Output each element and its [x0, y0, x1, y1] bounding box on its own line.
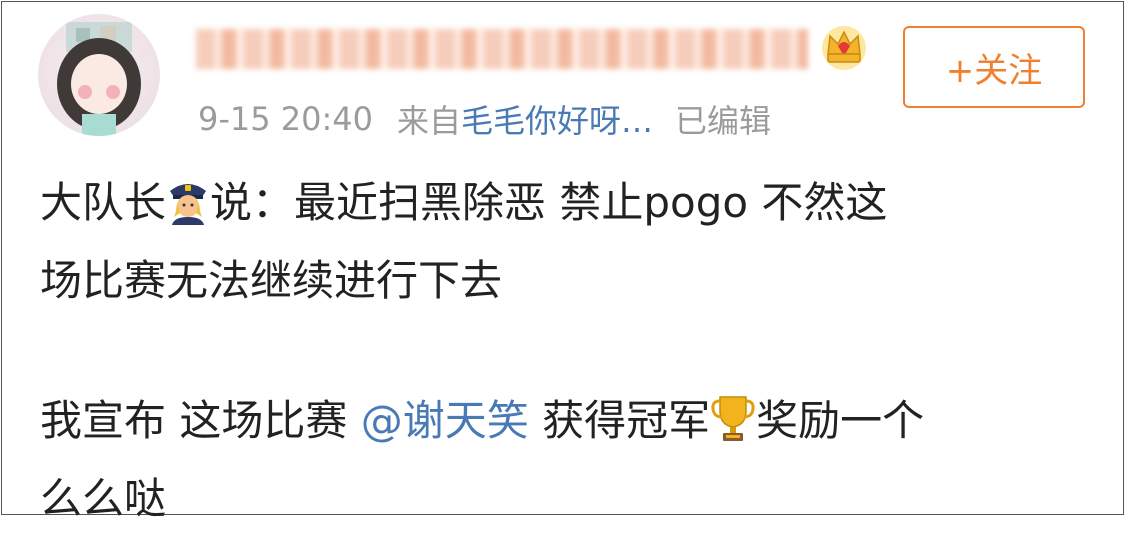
- mention-link[interactable]: @谢天笑: [361, 396, 529, 445]
- trophy-emoji: [710, 393, 756, 464]
- source-link[interactable]: 毛毛你好呀…: [461, 96, 653, 142]
- post-meta: 9-15 20:40 来自 毛毛你好呀… 已编辑: [198, 98, 771, 140]
- edited-label: 已编辑: [675, 102, 772, 140]
- crown-badge-icon[interactable]: [820, 24, 868, 72]
- post-body: 大队长 说：最近扫黑除恶 禁止pogo 不然这 场比赛无法继续进行下去 我宣布 …: [40, 168, 1090, 534]
- post-line-2: 场比赛无法继续进行下去: [40, 256, 503, 305]
- username-blurred[interactable]: [196, 26, 808, 72]
- police-officer-emoji: [166, 176, 210, 246]
- post-line-3: 我宣布 这场比赛 @谢天笑 获得冠军 奖励一个: [40, 386, 1090, 464]
- post-line-1: 大队长 说：最近扫黑除恶 禁止pogo 不然这: [40, 168, 1090, 246]
- avatar[interactable]: [38, 14, 160, 136]
- post-line-4: 么么哒: [40, 474, 167, 523]
- follow-button[interactable]: +关注: [903, 26, 1085, 108]
- username-pixelation: [196, 29, 808, 69]
- source-prefix: 来自: [397, 102, 462, 140]
- post-timestamp: 9-15 20:40: [198, 100, 374, 138]
